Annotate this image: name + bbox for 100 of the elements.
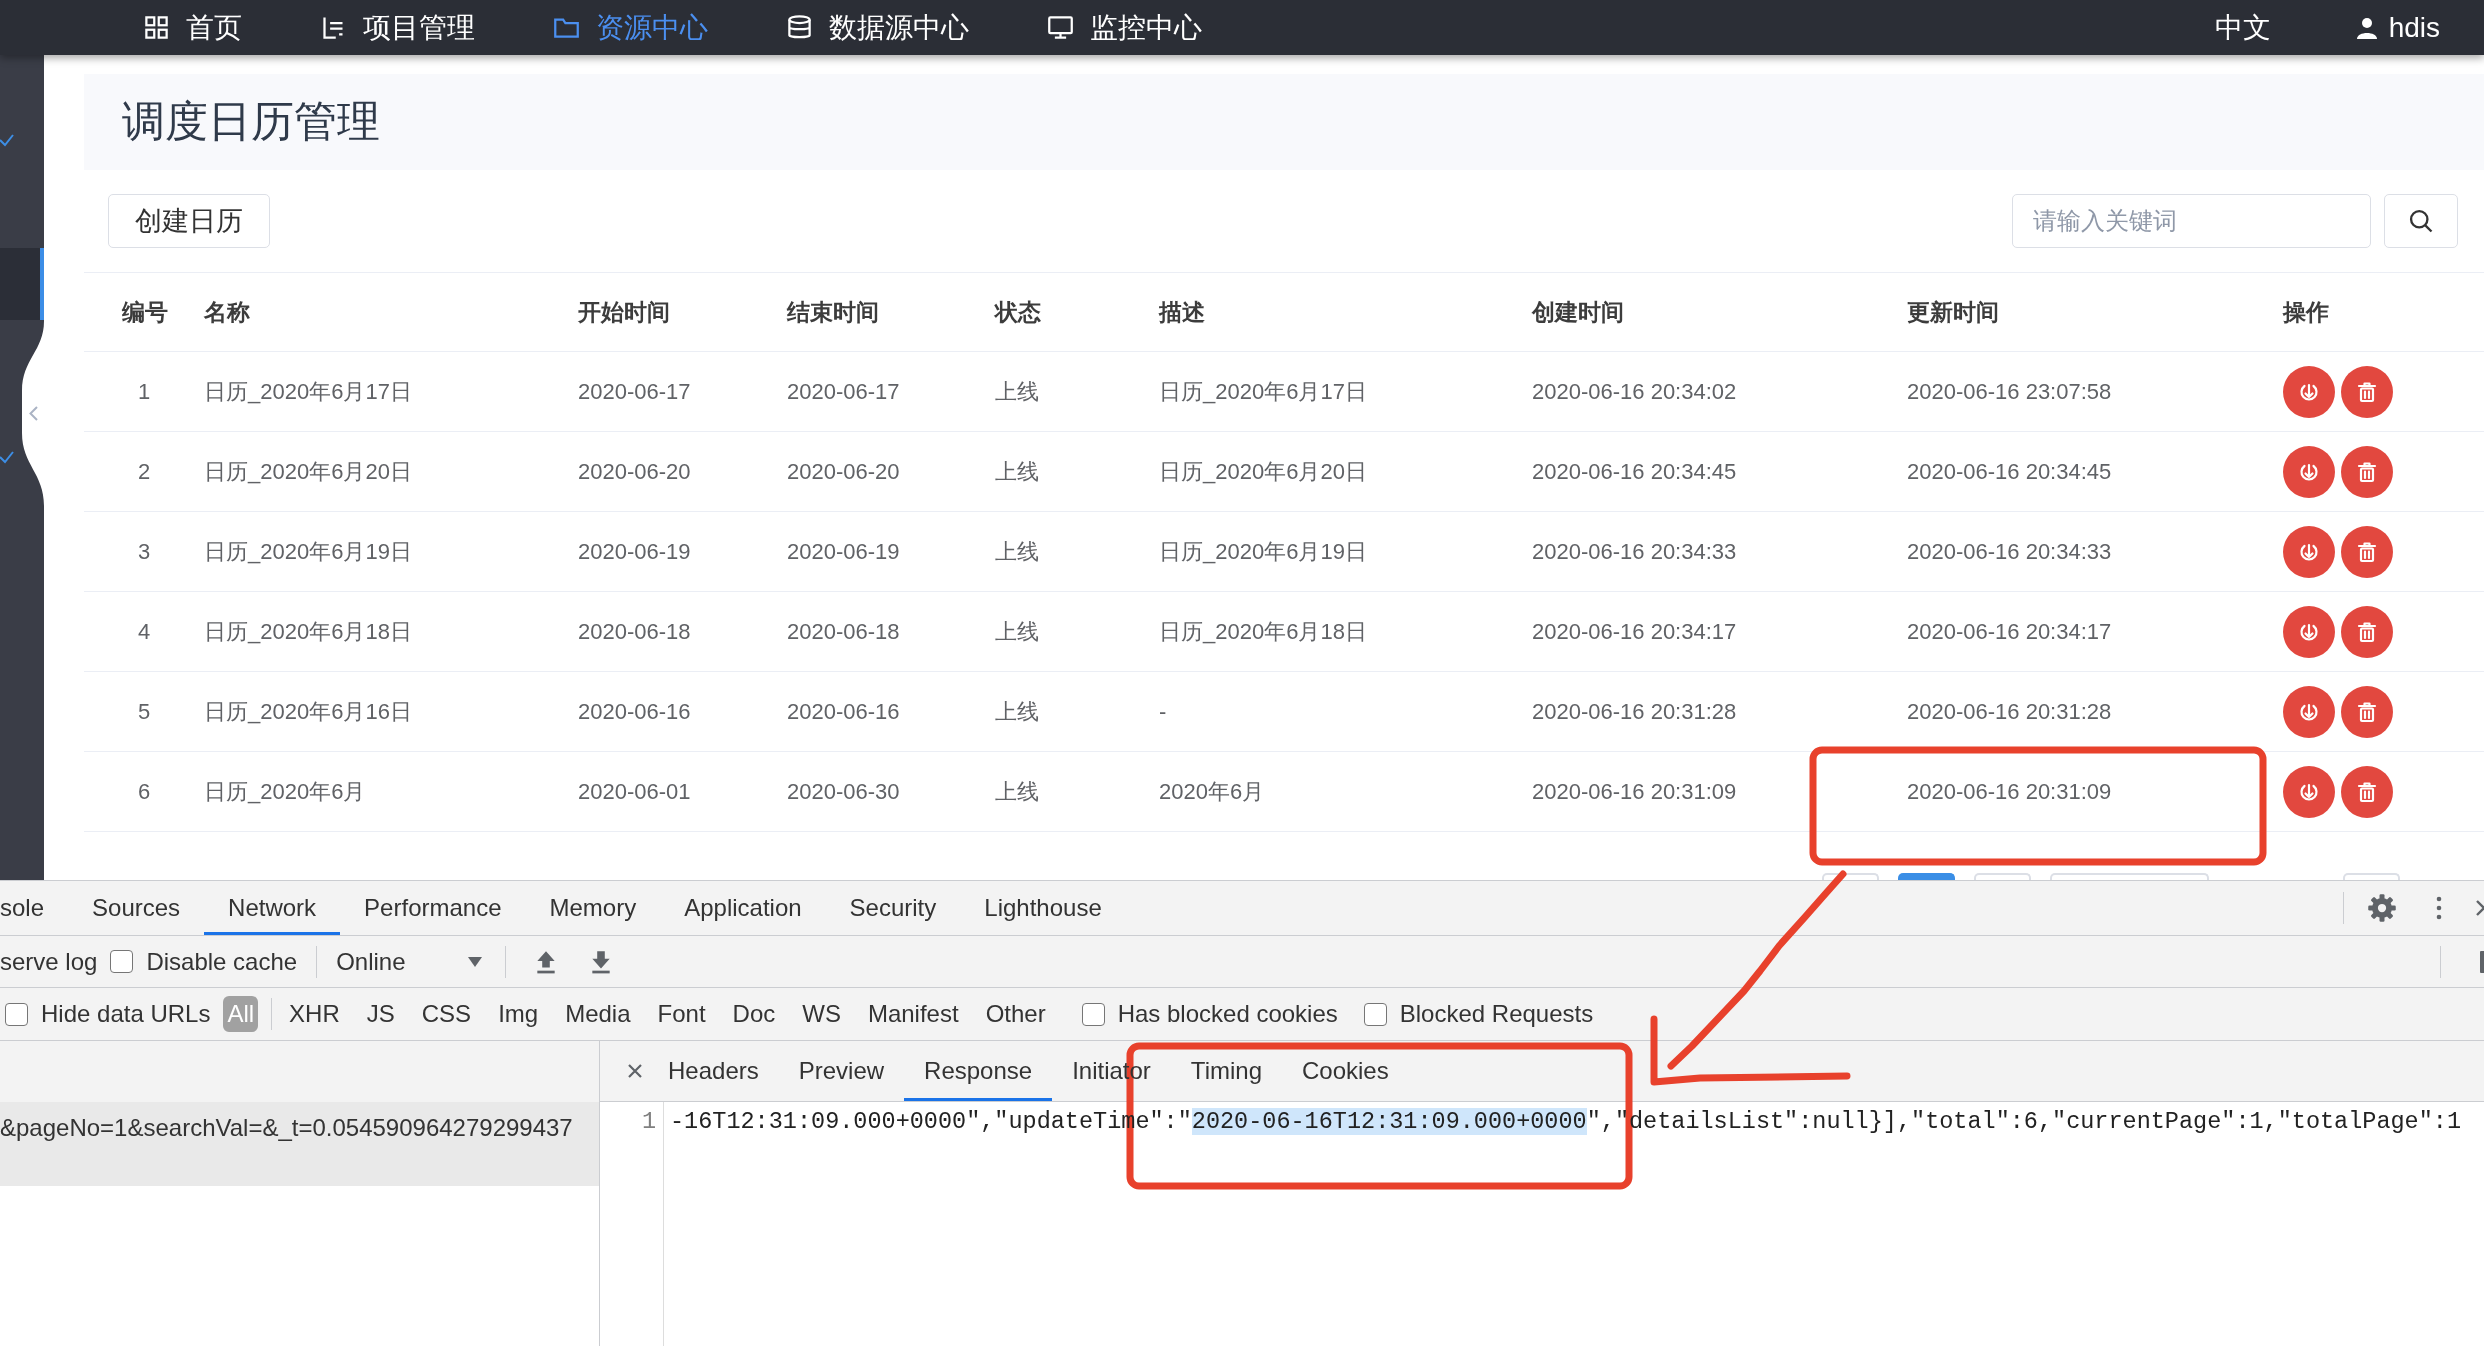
table-cell: 2020-06-16 20:34:33 [1907,538,2112,564]
table-cell: 日历_2020年6月 [204,778,366,804]
filter-button[interactable]: Img [494,996,543,1032]
devtools-tab[interactable]: Sources [68,881,205,935]
page-title: 调度日历管理 [122,96,380,147]
table-cell: 2020-06-16 23:07:58 [1907,378,2112,404]
table-cell: 2020-06-16 20:31:28 [1907,698,2112,724]
table-cell: 日历_2020年6月17日 [1159,378,1367,404]
delete-button[interactable] [2341,445,2393,498]
table-cell: 2020年6月 [1159,778,1265,804]
filter-button[interactable]: Doc [728,996,780,1032]
devtools-tab[interactable]: Security [825,881,961,935]
throttling-select[interactable]: Online [336,947,487,976]
devtools-tab[interactable]: Application [660,881,826,935]
checkbox[interactable] [5,1002,28,1026]
download-button[interactable] [2283,605,2335,658]
nav-item[interactable]: 数据源中心 [786,10,969,45]
table-cell: 日历_2020年6月20日 [204,458,412,484]
checkbox-label[interactable]: serve log [0,947,98,976]
column-header: 操作 [2283,298,2329,325]
filter-button[interactable]: CSS [417,996,476,1032]
trash-icon [2355,779,2379,804]
table-cell-text: 3 [136,538,152,565]
column-header: 开始时间 [578,298,670,325]
filter-button[interactable]: Media [561,996,635,1032]
check-icon [0,450,14,464]
table-cell: 2020-06-30 [787,778,900,804]
detail-tab[interactable]: Response [904,1041,1053,1101]
user-menu[interactable]: hdis [2354,10,2440,45]
search-button[interactable] [2384,194,2458,248]
table-cell: 2020-06-16 20:34:33 [1532,538,1737,564]
nav-item[interactable]: 监控中心 [1047,10,1202,45]
checkbox-label[interactable]: Hide data URLs [41,1000,211,1028]
checkbox-label[interactable]: Disable cache [146,947,298,976]
filter-button[interactable]: WS [798,996,845,1032]
close-icon[interactable] [627,1063,643,1079]
table-cell: 2020-06-18 [578,618,691,644]
detail-tab[interactable]: Preview [778,1041,905,1101]
download-button[interactable] [2283,365,2335,418]
grid-icon [143,14,170,41]
trash-icon [2355,539,2379,564]
page-button[interactable] [1898,873,1955,880]
download-button[interactable] [2283,765,2335,818]
delete-button[interactable] [2341,685,2393,738]
delete-button[interactable] [2341,525,2393,578]
filter-button[interactable]: XHR [285,996,344,1032]
language-menu[interactable]: 中文 [2214,10,2271,45]
download-button[interactable] [2283,685,2335,738]
filter-button[interactable]: JS [362,996,399,1032]
user-icon [2354,15,2379,40]
delete-button[interactable] [2341,765,2393,818]
filter-button[interactable]: Font [653,996,710,1032]
filter-button[interactable]: Manifest [863,996,963,1032]
trash-icon [2355,379,2379,404]
checkbox[interactable] [1363,1002,1387,1026]
table-cell: 上线 [995,538,1039,564]
more-icon[interactable] [2436,896,2442,920]
devtools-tab[interactable]: Memory [525,881,661,935]
column-header: 结束时间 [787,298,879,325]
devtools-tab[interactable]: sole [0,881,69,935]
table-cell: 2020-06-01 [578,778,691,804]
nav-item[interactable]: 资源中心 [553,10,708,45]
detail-tab[interactable]: Cookies [1282,1041,1409,1101]
create-button[interactable]: 创建日历 [108,194,270,248]
table-cell: 上线 [995,778,1039,804]
table-cell: 2020-06-20 [787,458,900,484]
database-icon [786,14,813,41]
table-cell: 2020-06-16 20:34:17 [1532,618,1737,644]
request-row[interactable]: &pageNo=1&searchVal=&_t=0.054590964279299437 [0,1102,599,1186]
checkbox-label[interactable]: Blocked Requests [1399,1000,1594,1028]
checkbox[interactable] [110,950,134,973]
code-text: 2020-06-16T12:31:09.000+0000 [1191,1108,1587,1135]
delete-button[interactable] [2341,605,2393,658]
column-header: 创建时间 [1532,298,1624,325]
table-cell: 2020-06-16 20:31:28 [1532,698,1737,724]
nav-item[interactable]: 首页 [143,10,242,45]
table-cell: 日历_2020年6月18日 [1159,618,1367,644]
table-cell: 日历_2020年6月19日 [204,538,412,564]
table-cell: 日历_2020年6月16日 [204,698,412,724]
search-icon [2407,207,2435,235]
filter-button[interactable]: Other [981,996,1050,1032]
download-button[interactable] [2283,525,2335,578]
devtools-tab[interactable]: Lighthouse [960,881,1126,935]
detail-tab[interactable]: Headers [648,1041,779,1101]
download-button[interactable] [2283,445,2335,498]
chevron-left-icon [29,406,38,421]
detail-tab[interactable]: Timing [1170,1041,1282,1101]
table-cell-text: 5 [136,698,152,725]
devtools-tab[interactable]: Performance [340,881,526,935]
table-cell: 2020-06-16 20:31:09 [1907,778,2112,804]
nav-item[interactable]: 项目管理 [320,10,475,45]
checkbox-label[interactable]: Has blocked cookies [1117,1000,1338,1028]
search-field[interactable]: 请输入关键词 [2012,194,2371,248]
table-cell: 2020-06-16 20:34:45 [1532,458,1737,484]
settings-icon[interactable] [2367,893,2397,923]
table-cell-text: 1 [136,378,152,405]
sidebar-item[interactable] [0,248,44,320]
checkbox[interactable] [1081,1002,1105,1026]
table-cell: 上线 [995,458,1039,484]
delete-button[interactable] [2341,365,2393,418]
